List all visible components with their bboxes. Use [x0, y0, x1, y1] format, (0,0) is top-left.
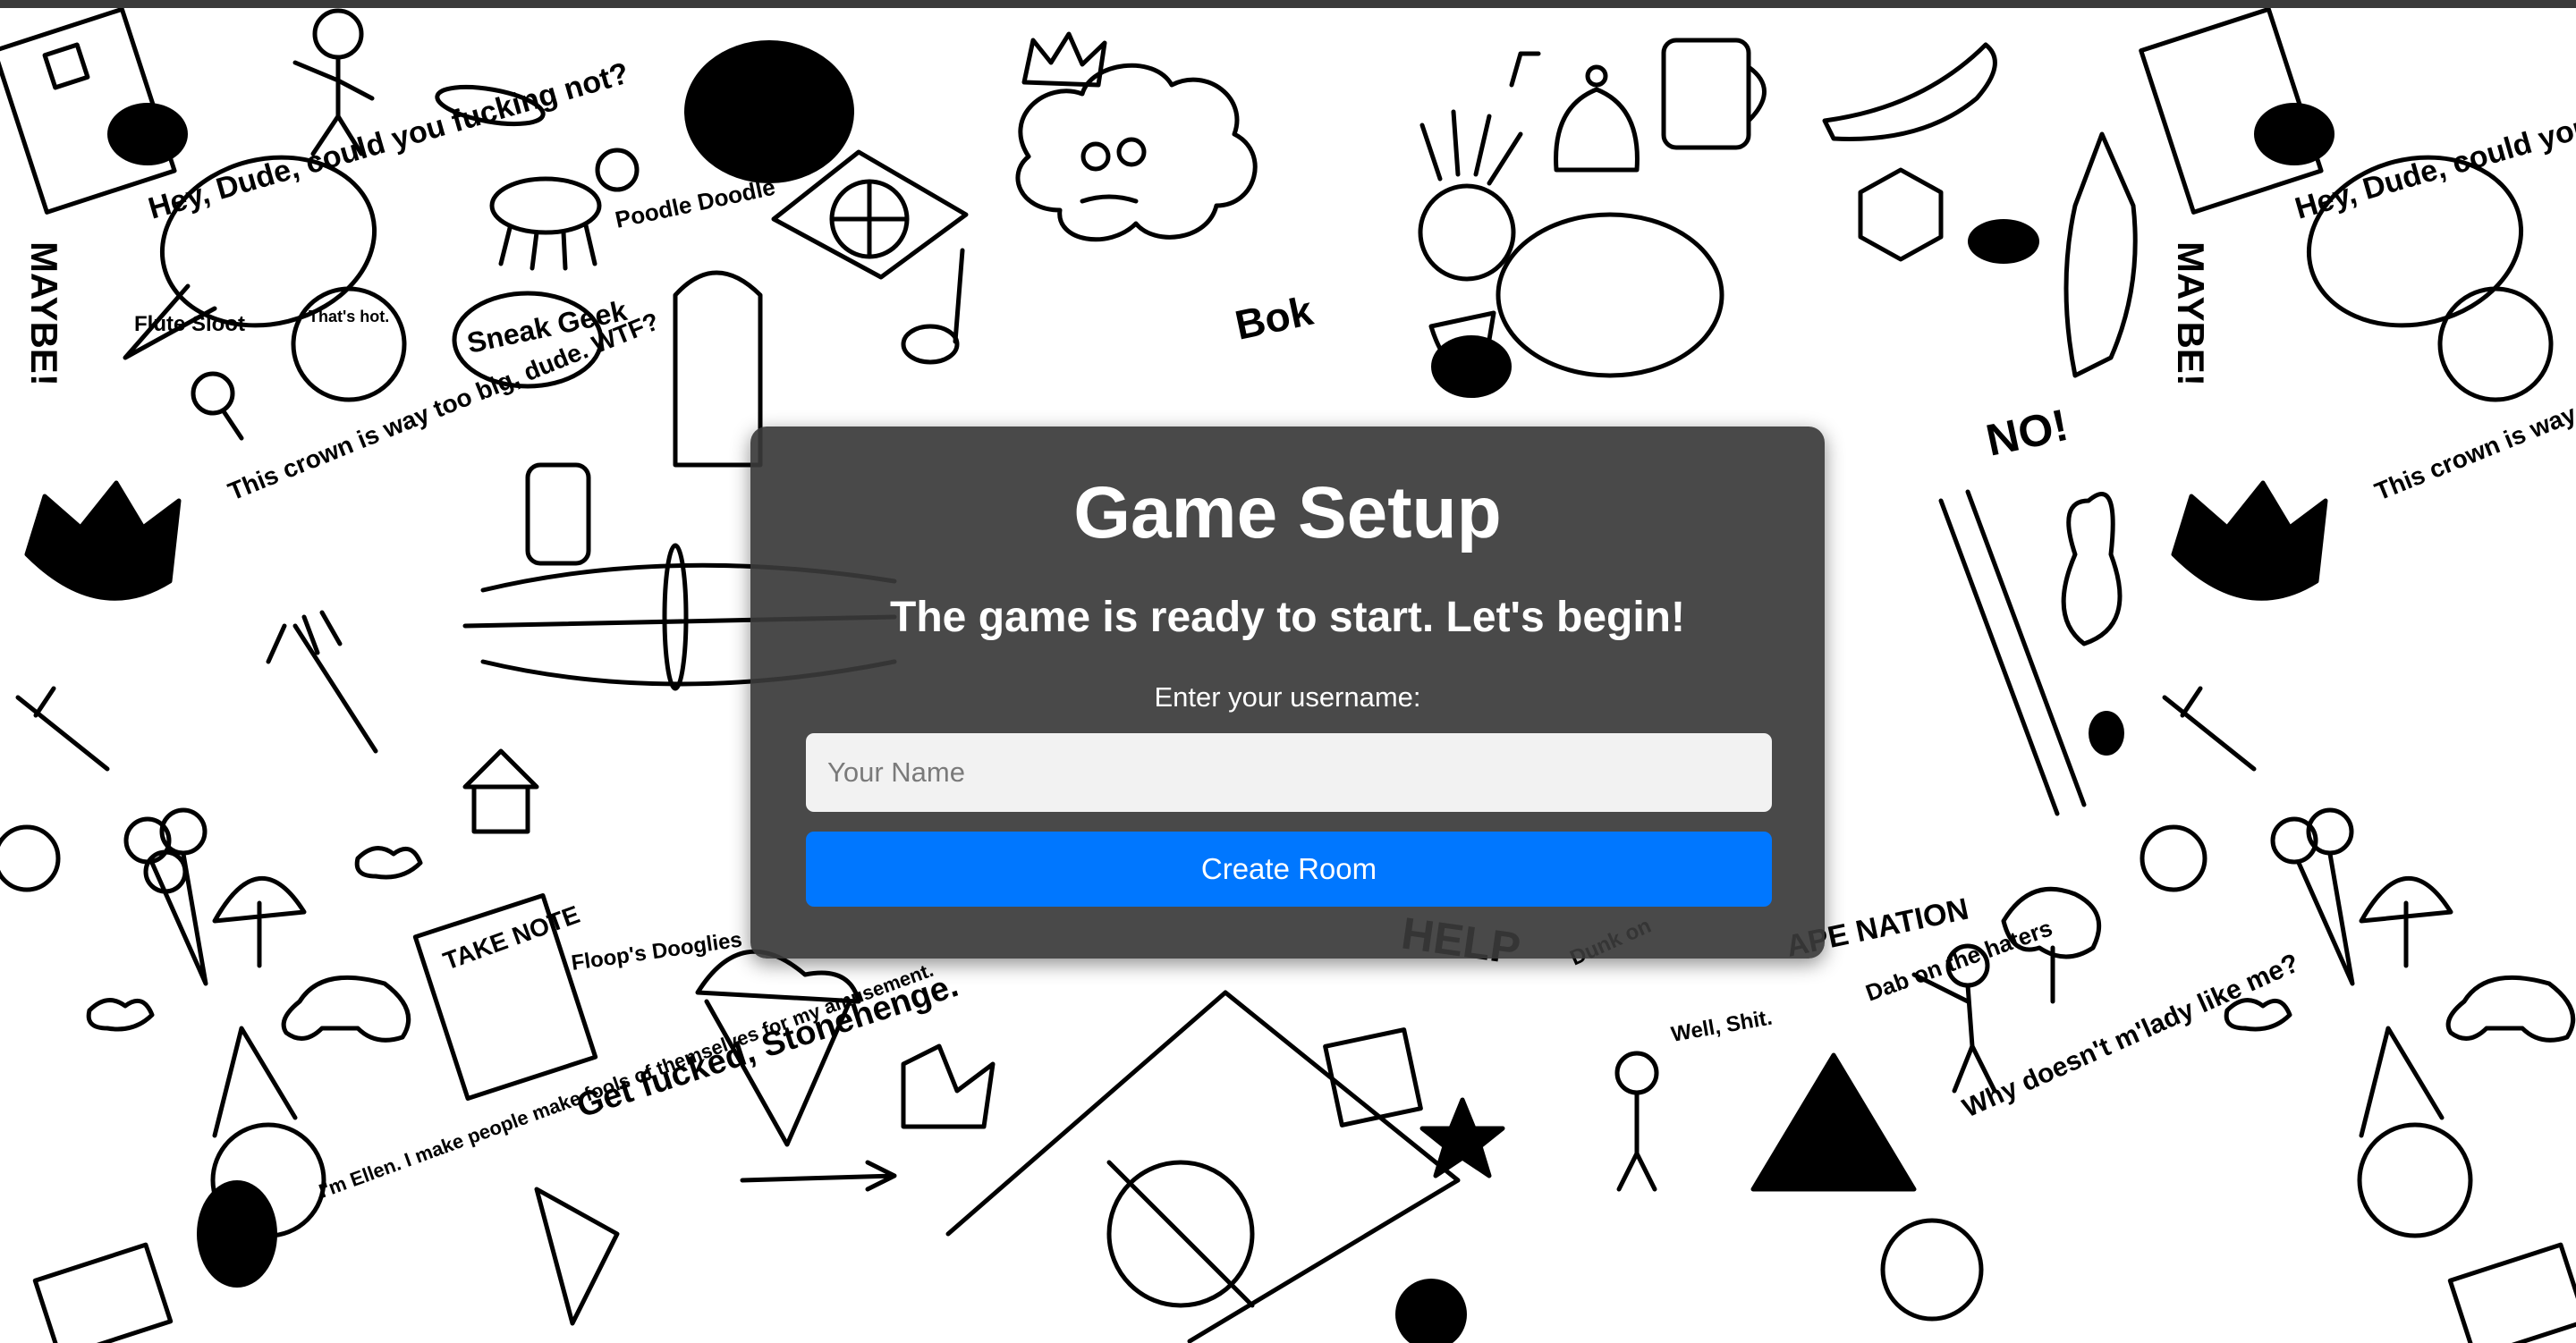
pitchfork-doodle	[266, 610, 378, 754]
rain-cloud-doodle	[1968, 219, 2039, 264]
umbrella-doodle	[212, 875, 307, 968]
mug-doodle	[1661, 38, 1767, 150]
bottle-doodle	[525, 462, 591, 566]
window-top-strip	[0, 0, 2576, 8]
cube-doodle	[1858, 167, 1944, 262]
doodle-text-repeat: MAYBE!	[2170, 241, 2212, 386]
balloon-icon	[123, 807, 208, 986]
doodle-text: MAYBE!	[23, 241, 65, 386]
ladder-icon	[1938, 489, 2087, 816]
small-cloud-doodle-2	[86, 998, 155, 1032]
doodle-text: NO!	[1982, 400, 2072, 466]
doodle-text: TAKE NOTE	[439, 900, 583, 976]
squid-icon	[2061, 131, 2138, 646]
doodle-text: Poodle Doodle	[613, 173, 777, 233]
crown-icon	[24, 480, 182, 601]
worm-bubble-doodle-repeat	[2437, 286, 2554, 402]
paper-doodle	[32, 1242, 174, 1343]
stick-figure-doodle-bottom	[1614, 1051, 1659, 1192]
small-cloud-doodle	[354, 846, 423, 880]
doodle-text: I'm Ellen. I make people make fools of t…	[316, 959, 936, 1203]
doodle-text: That's hot.	[309, 308, 389, 325]
house-icon	[462, 748, 539, 834]
music-note-doodle	[901, 51, 1541, 365]
hair-doodle	[197, 1180, 277, 1288]
wizard-head-doodle-repeat	[2357, 1026, 2473, 1238]
mirror-doodle	[673, 270, 763, 468]
page-title: Game Setup	[1073, 472, 1502, 553]
pepper-icon	[1822, 42, 1997, 141]
umbrella-doodle-repeat	[2359, 875, 2453, 968]
doodle-text: Bok	[1231, 287, 1317, 349]
doodle-text-repeat: Hey, Dude, could you fucking not?	[2292, 56, 2576, 226]
magnifier-doodle	[191, 371, 244, 441]
username-input[interactable]	[806, 733, 1772, 812]
star-icon	[1419, 1097, 1505, 1178]
scribble-blob-doodle	[684, 40, 854, 183]
game-controller-icon	[281, 975, 411, 1043]
pizza-slice-doodle	[534, 1187, 620, 1326]
sword-icon-repeat	[2162, 686, 2257, 772]
doodle-text: This crown is way too big, dude. WTF?	[225, 307, 663, 505]
half-circle-doodle-repeat	[2254, 103, 2334, 165]
arrow-icon	[740, 1160, 897, 1192]
blob-doodle-3	[1395, 1279, 1467, 1343]
bell-icon	[1554, 64, 1640, 173]
pop-circle-doodle-repeat	[2140, 824, 2207, 892]
pop-circle-doodle	[0, 824, 61, 892]
paper-doodle-repeat	[2447, 1242, 2576, 1343]
doodle-text: Flute Sloot	[134, 312, 245, 336]
sword-icon	[15, 686, 110, 772]
tent-icon	[1750, 1052, 1917, 1192]
doodle-text: Well, Shit.	[1669, 1005, 1774, 1046]
worm-bubble-doodle	[291, 286, 407, 402]
username-label: Enter your username:	[1154, 681, 1421, 713]
half-circle-doodle	[107, 103, 188, 165]
cloud-face-doodle	[1015, 63, 1258, 242]
subtitle: The game is ready to start. Let's begin!	[890, 594, 1685, 641]
crown-icon-repeat	[2171, 480, 2328, 601]
doodle-text: Hey, Dude, could you fucking not?	[145, 56, 633, 226]
doodle-text-repeat: This crown is way too big, dude. WTF?	[2371, 307, 2576, 505]
sad-face-doodle	[1880, 1218, 1984, 1322]
crown-face-doodle	[901, 1043, 996, 1129]
game-setup-panel: Game Setup The game is ready to start. L…	[750, 427, 1825, 959]
court-doodle	[945, 990, 1461, 1343]
game-controller-icon-repeat	[2445, 975, 2576, 1043]
create-room-button[interactable]: Create Room	[806, 832, 1772, 907]
blob-doodle-2	[2089, 711, 2124, 756]
doodle-text: Why doesn't m'lady like me?	[1958, 948, 2303, 1123]
beard-doodle	[1431, 335, 1512, 398]
